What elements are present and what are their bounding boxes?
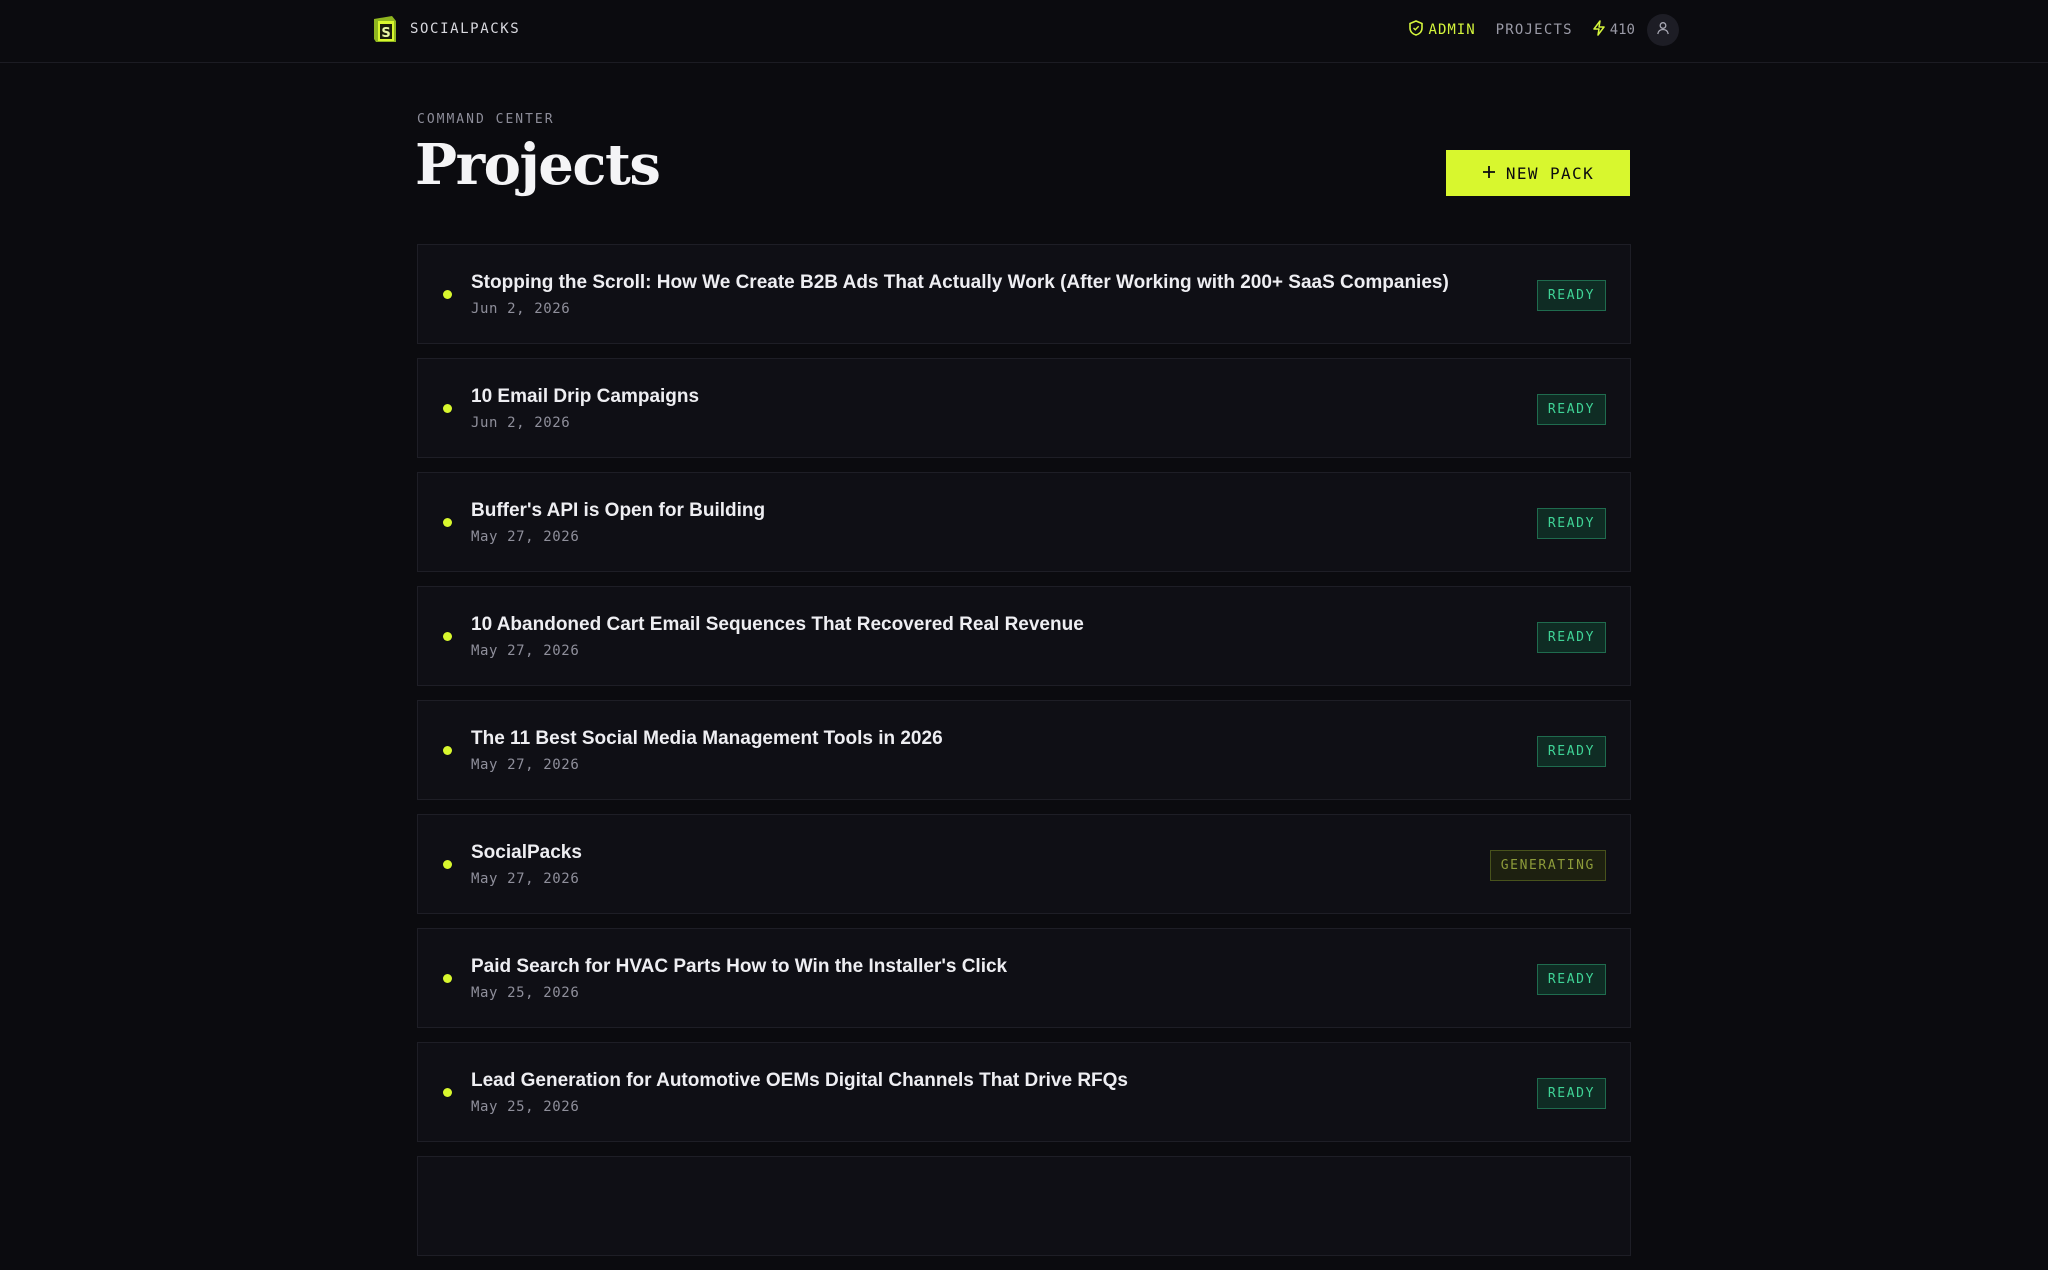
- new-pack-label: NEW PACK: [1505, 163, 1595, 183]
- project-date: May 27, 2026: [471, 871, 580, 887]
- svg-text:S: S: [381, 26, 390, 41]
- project-date: Jun 2, 2026: [471, 415, 571, 431]
- new-pack-button[interactable]: NEW PACK: [1446, 150, 1630, 196]
- project-row-partial[interactable]: [417, 1156, 1631, 1256]
- project-date: Jun 2, 2026: [471, 301, 571, 317]
- status-dot: [443, 974, 452, 983]
- page-title: Projects: [415, 132, 661, 198]
- status-dot: [443, 518, 452, 527]
- project-row[interactable]: The 11 Best Social Media Management Tool…: [417, 700, 1631, 800]
- project-row[interactable]: SocialPacks May 27, 2026 GENERATING: [417, 814, 1631, 914]
- section-eyebrow: COMMAND CENTER: [417, 112, 555, 127]
- status-badge: READY: [1536, 622, 1606, 653]
- project-row[interactable]: Stopping the Scroll: How We Create B2B A…: [417, 244, 1631, 344]
- project-date: May 27, 2026: [471, 529, 580, 545]
- project-date: May 25, 2026: [471, 985, 580, 1001]
- status-dot: [443, 404, 452, 413]
- project-title: 10 Abandoned Cart Email Sequences That R…: [471, 614, 1084, 635]
- status-dot: [443, 746, 452, 755]
- plus-icon: [1482, 164, 1496, 183]
- project-date: May 27, 2026: [471, 643, 580, 659]
- project-title: SocialPacks: [471, 842, 582, 863]
- status-badge: READY: [1536, 736, 1606, 767]
- project-title: Buffer's API is Open for Building: [471, 500, 766, 521]
- status-dot: [443, 1088, 452, 1097]
- admin-label: ADMIN: [1428, 22, 1476, 38]
- project-row[interactable]: Paid Search for HVAC Parts How to Win th…: [417, 928, 1631, 1028]
- project-row[interactable]: 10 Abandoned Cart Email Sequences That R…: [417, 586, 1631, 686]
- project-title: The 11 Best Social Media Management Tool…: [471, 728, 943, 749]
- shield-icon: [1408, 20, 1423, 40]
- project-title: Stopping the Scroll: How We Create B2B A…: [471, 272, 1449, 293]
- project-date: May 27, 2026: [471, 757, 580, 773]
- status-dot: [443, 290, 452, 299]
- brand-name: SOCIALPACKS: [410, 21, 521, 37]
- project-title: 10 Email Drip Campaigns: [471, 386, 700, 407]
- admin-link[interactable]: ADMIN: [1408, 20, 1476, 40]
- credits-count: 410: [1609, 22, 1635, 38]
- user-icon: [1656, 21, 1670, 40]
- status-badge: READY: [1536, 280, 1606, 311]
- credits-counter[interactable]: 410: [1592, 20, 1635, 40]
- user-avatar[interactable]: [1647, 14, 1679, 46]
- status-badge: READY: [1536, 508, 1606, 539]
- nav-right: ADMIN PROJECTS 410: [1408, 14, 1679, 46]
- status-dot: [443, 632, 452, 641]
- lightning-icon: [1592, 20, 1605, 40]
- status-badge: READY: [1536, 394, 1606, 425]
- status-badge: READY: [1536, 1078, 1606, 1109]
- project-list: Stopping the Scroll: How We Create B2B A…: [417, 244, 1631, 1270]
- status-dot: [443, 860, 452, 869]
- top-navigation-bar: S SOCIALPACKS ADMIN PROJECTS 410: [0, 0, 2048, 63]
- project-row[interactable]: Lead Generation for Automotive OEMs Digi…: [417, 1042, 1631, 1142]
- status-badge: READY: [1536, 964, 1606, 995]
- socialpacks-logo-icon: S: [372, 15, 398, 43]
- projects-link[interactable]: PROJECTS: [1496, 22, 1573, 38]
- project-title: Paid Search for HVAC Parts How to Win th…: [471, 956, 1008, 977]
- project-date: May 25, 2026: [471, 1099, 580, 1115]
- status-badge: GENERATING: [1489, 850, 1606, 881]
- project-row[interactable]: 10 Email Drip Campaigns Jun 2, 2026 READ…: [417, 358, 1631, 458]
- project-title: Lead Generation for Automotive OEMs Digi…: [471, 1070, 1129, 1091]
- project-row[interactable]: Buffer's API is Open for Building May 27…: [417, 472, 1631, 572]
- brand[interactable]: S SOCIALPACKS: [372, 15, 520, 43]
